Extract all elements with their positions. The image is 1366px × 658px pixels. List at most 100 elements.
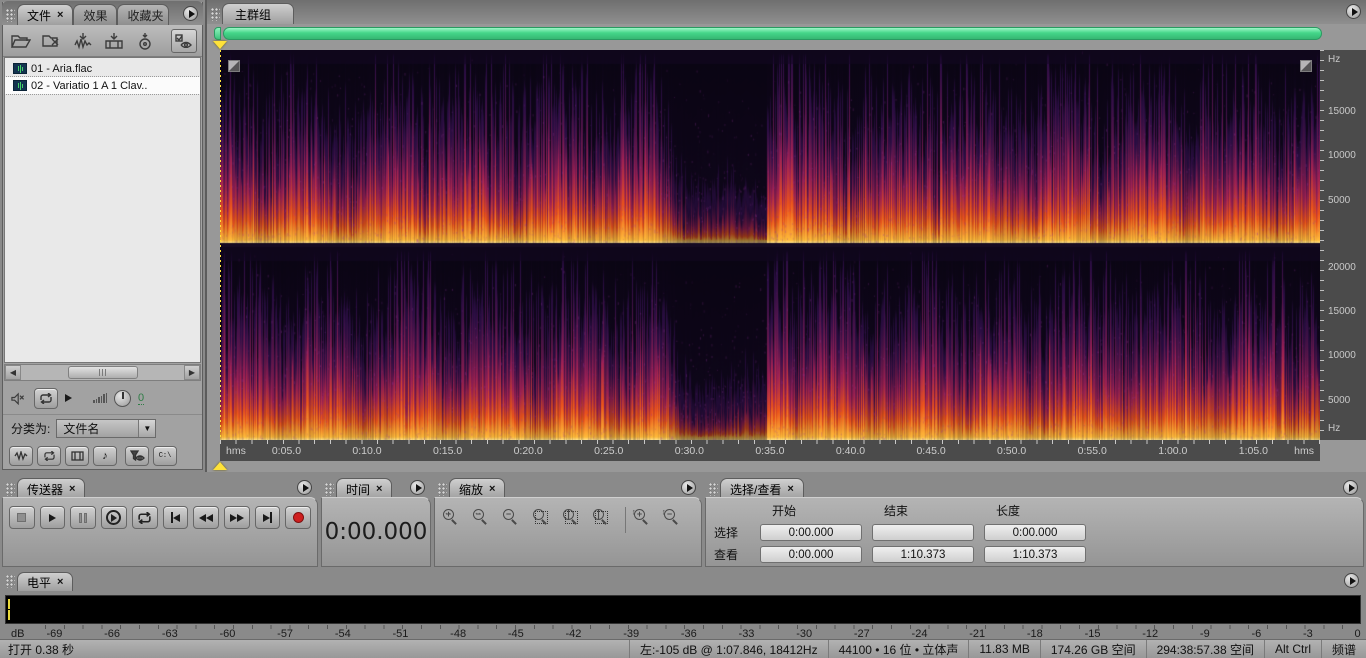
tab-transport[interactable]: 传送器 × bbox=[17, 478, 86, 499]
panel-menu-button[interactable] bbox=[681, 480, 696, 495]
file-item-selected[interactable]: 02 - Variatio 1 A 1 Clav.. bbox=[5, 76, 200, 95]
status-cell[interactable]: 174.26 GB 空间 bbox=[1039, 640, 1146, 658]
view-length-field[interactable]: 1:10.373 bbox=[984, 546, 1086, 563]
view-start-field[interactable]: 0:00.000 bbox=[760, 546, 862, 563]
tab-levels[interactable]: 电平 × bbox=[17, 572, 74, 591]
panel-menu-button[interactable] bbox=[410, 480, 425, 495]
import-video-button[interactable] bbox=[101, 29, 127, 53]
tab-effects[interactable]: 效果 bbox=[73, 4, 118, 25]
zoom-out-vertical-button[interactable]: ↔ − bbox=[661, 509, 688, 531]
frequency-ruler[interactable]: Hz 15000 10000 5000 20000 15000 10000 50… bbox=[1320, 50, 1366, 440]
tab-main-group[interactable]: 主群组 bbox=[222, 3, 295, 24]
zoom-out-horizontal-button[interactable]: ↔ − bbox=[473, 508, 497, 531]
volume-bars-icon[interactable] bbox=[93, 393, 107, 403]
status-cell[interactable]: 左:-105 dB @ 1:07.846, 18412Hz bbox=[628, 640, 828, 658]
channel-grabber-icon[interactable] bbox=[1300, 60, 1312, 72]
status-cell[interactable]: 频谱 bbox=[1320, 640, 1366, 658]
preview-loop-button[interactable] bbox=[34, 387, 58, 409]
channel-grabber-icon[interactable] bbox=[228, 60, 240, 72]
close-icon[interactable]: × bbox=[57, 576, 63, 588]
panel-grip[interactable] bbox=[6, 9, 15, 22]
scrollbar-thumb[interactable] bbox=[67, 366, 138, 379]
zoom-in-vertical-button[interactable]: ↔ + bbox=[631, 509, 658, 531]
selection-length-field[interactable]: 0:00.000 bbox=[984, 524, 1086, 541]
show-loop-files-button[interactable] bbox=[37, 445, 61, 466]
panel-menu-button[interactable] bbox=[1346, 4, 1361, 19]
close-file-button[interactable] bbox=[39, 29, 65, 53]
play-looped-button[interactable] bbox=[131, 506, 158, 529]
zoom-selection-right-button[interactable]: ❘ bbox=[593, 509, 617, 531]
tab-selection-view[interactable]: 选择/查看 × bbox=[720, 478, 804, 499]
file-item[interactable]: 01 - Aria.flac bbox=[5, 60, 200, 77]
show-midi-files-button[interactable]: ♪ bbox=[93, 445, 117, 466]
import-cd-button[interactable] bbox=[132, 29, 158, 53]
tab-zoom[interactable]: 缩放 × bbox=[449, 478, 506, 499]
tab-favorites[interactable]: 收藏夹 bbox=[117, 4, 170, 25]
zoom-in-horizontal-button[interactable]: ↔ + bbox=[443, 508, 467, 531]
tab-time[interactable]: 时间 × bbox=[336, 478, 393, 499]
panel-grip[interactable] bbox=[438, 483, 447, 496]
close-icon[interactable]: × bbox=[69, 483, 75, 495]
playhead-marker-top[interactable] bbox=[213, 41, 227, 49]
files-horizontal-scrollbar[interactable]: ◀ ▶ bbox=[4, 364, 201, 381]
timeline-ruler[interactable]: hms 0:05.0 0:10.0 0:15.0 0:20.0 0:25.0 0:30.0… bbox=[220, 440, 1320, 461]
fast-forward-button[interactable] bbox=[223, 506, 250, 529]
scrollbar-left-cap[interactable] bbox=[214, 27, 221, 40]
chevron-down-icon[interactable]: ▼ bbox=[138, 420, 156, 437]
volume-knob[interactable] bbox=[114, 389, 131, 407]
panel-grip[interactable] bbox=[211, 8, 220, 21]
mute-speaker-icon[interactable] bbox=[11, 391, 27, 405]
panel-grip[interactable] bbox=[709, 483, 718, 496]
preview-play-button[interactable] bbox=[65, 394, 72, 402]
play-button[interactable] bbox=[39, 506, 66, 529]
panel-menu-button[interactable] bbox=[1344, 573, 1359, 588]
status-cell[interactable]: 294:38:57.38 空间 bbox=[1145, 640, 1264, 658]
show-video-files-button[interactable] bbox=[65, 445, 89, 466]
close-icon[interactable]: × bbox=[489, 483, 495, 495]
status-message: 打开 0.38 秒 bbox=[8, 642, 75, 657]
open-file-button[interactable] bbox=[8, 29, 34, 53]
close-icon[interactable]: × bbox=[57, 9, 63, 21]
volume-value[interactable]: 0 bbox=[138, 392, 145, 405]
panel-menu-button[interactable] bbox=[297, 480, 312, 495]
panel-menu-button[interactable] bbox=[183, 6, 198, 21]
zoom-out-full-button[interactable]: − bbox=[503, 509, 527, 531]
filter-view-button[interactable] bbox=[125, 445, 149, 466]
go-to-start-button[interactable] bbox=[162, 506, 189, 529]
play-from-cursor-button[interactable] bbox=[101, 506, 127, 529]
playhead-marker-bottom[interactable] bbox=[213, 462, 227, 470]
close-icon[interactable]: × bbox=[376, 483, 382, 495]
panel-grip[interactable] bbox=[6, 483, 15, 496]
view-end-field[interactable]: 1:10.373 bbox=[872, 546, 974, 563]
status-cell[interactable]: 44100 • 16 位 • 立体声 bbox=[827, 640, 969, 658]
tab-files[interactable]: 文件 × bbox=[17, 4, 74, 25]
spectrogram-view[interactable] bbox=[220, 50, 1320, 440]
sort-dropdown[interactable]: 文件名 ▼ bbox=[56, 419, 157, 438]
horizontal-range-scrollbar[interactable] bbox=[214, 27, 1322, 40]
panel-grip[interactable] bbox=[325, 483, 334, 496]
scroll-right-icon[interactable]: ▶ bbox=[184, 365, 200, 380]
scrollbar-thumb[interactable] bbox=[223, 27, 1322, 40]
close-icon[interactable]: × bbox=[787, 483, 793, 495]
record-button[interactable] bbox=[285, 506, 312, 529]
level-meter[interactable] bbox=[5, 595, 1361, 624]
zoom-to-selection-button[interactable] bbox=[533, 509, 557, 531]
selection-end-field[interactable] bbox=[872, 524, 974, 541]
spectrogram-canvas[interactable] bbox=[220, 50, 1320, 440]
panel-grip[interactable] bbox=[6, 575, 15, 588]
options-button[interactable] bbox=[171, 28, 197, 53]
scroll-left-icon[interactable]: ◀ bbox=[5, 365, 21, 380]
full-paths-button[interactable]: C:\ bbox=[153, 445, 177, 466]
import-audio-button[interactable] bbox=[70, 29, 96, 53]
stop-button[interactable] bbox=[9, 506, 35, 529]
status-cell[interactable]: 11.83 MB bbox=[968, 640, 1039, 658]
selection-start-field[interactable]: 0:00.000 bbox=[760, 524, 862, 541]
time-display[interactable]: 0:00.000 bbox=[322, 498, 430, 566]
pause-button[interactable] bbox=[70, 506, 97, 529]
zoom-selection-left-button[interactable]: ❘ bbox=[563, 509, 587, 531]
rewind-button[interactable] bbox=[193, 506, 219, 529]
show-audio-files-button[interactable] bbox=[9, 445, 33, 466]
status-cell[interactable]: Alt Ctrl bbox=[1263, 640, 1321, 658]
panel-menu-button[interactable] bbox=[1343, 480, 1358, 495]
go-to-end-button[interactable] bbox=[254, 506, 281, 529]
